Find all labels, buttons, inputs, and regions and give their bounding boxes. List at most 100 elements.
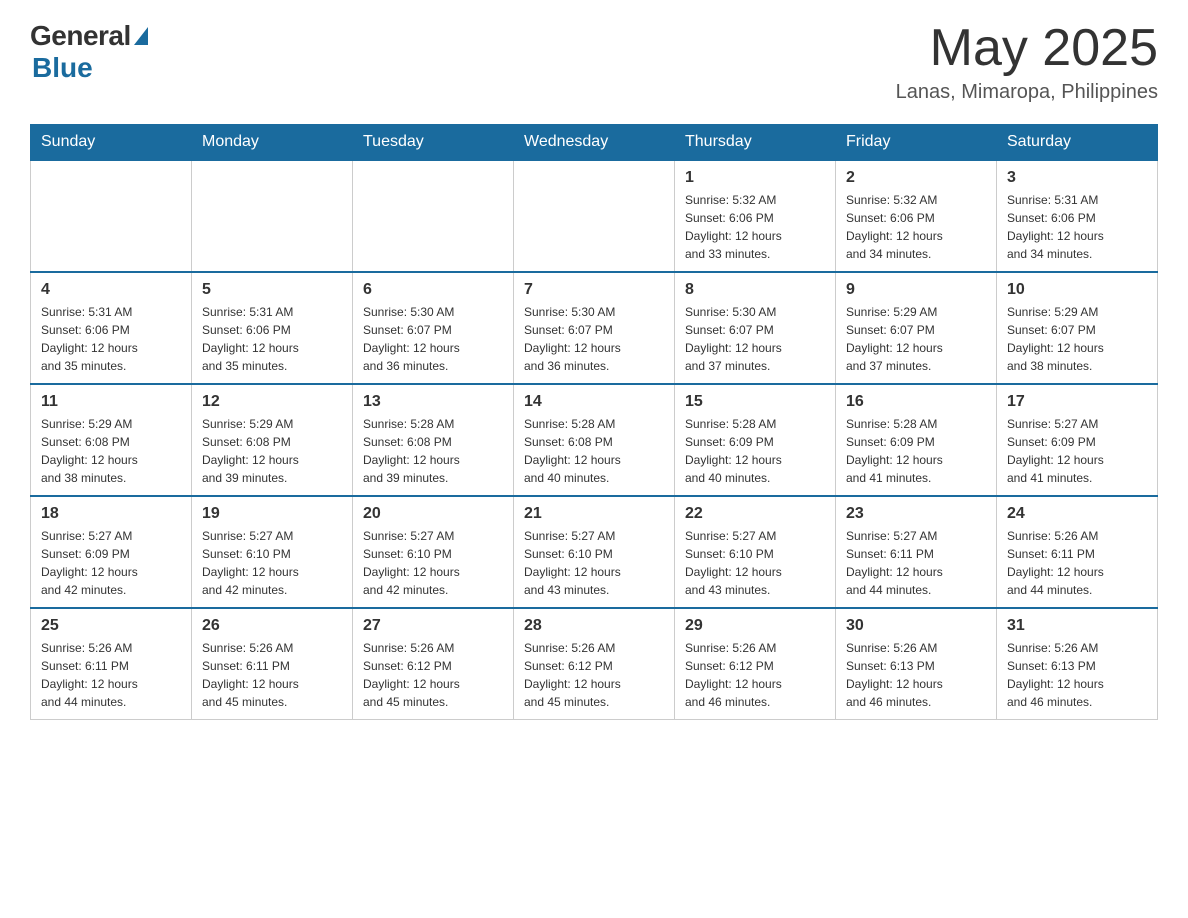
calendar-cell: 20 Sunrise: 5:27 AM Sunset: 6:10 PM Dayli…: [353, 496, 514, 608]
calendar-table: SundayMondayTuesdayWednesdayThursdayFrid…: [30, 124, 1158, 720]
calendar-cell: 3Sunrise: 5:31 AM Sunset: 6:06 PM Daylig…: [997, 160, 1158, 272]
day-number: 3: [1007, 169, 1147, 187]
calendar-cell: 4 Sunrise: 5:31 AM Sunset: 6:06 PM Daylig…: [31, 272, 192, 384]
day-info: Sunrise: 5:28 AM Sunset: 6:09 PM Dayligh…: [846, 415, 986, 487]
day-number: 6: [363, 281, 503, 299]
calendar-cell: 23 Sunrise: 5:27 AM Sunset: 6:11 PM Dayli…: [836, 496, 997, 608]
calendar-cell: 21 Sunrise: 5:27 AM Sunset: 6:10 PM Dayli…: [514, 496, 675, 608]
weekday-header-thursday: Thursday: [675, 125, 836, 161]
calendar-cell: 7Sunrise: 5:30 AM Sunset: 6:07 PM Daylig…: [514, 272, 675, 384]
day-number: 15: [685, 393, 825, 411]
logo-triangle-icon: [134, 27, 148, 45]
calendar-cell: 25 Sunrise: 5:26 AM Sunset: 6:11 PM Dayli…: [31, 608, 192, 720]
calendar-cell: 28Sunrise: 5:26 AM Sunset: 6:12 PM Dayli…: [514, 608, 675, 720]
day-number: 24: [1007, 505, 1147, 523]
calendar-cell: 13 Sunrise: 5:28 AM Sunset: 6:08 PM Dayli…: [353, 384, 514, 496]
calendar-week-row: 11 Sunrise: 5:29 AM Sunset: 6:08 PM Dayli…: [31, 384, 1158, 496]
weekday-header-sunday: Sunday: [31, 125, 192, 161]
weekday-header-row: SundayMondayTuesdayWednesdayThursdayFrid…: [31, 125, 1158, 161]
calendar-cell: 16 Sunrise: 5:28 AM Sunset: 6:09 PM Dayli…: [836, 384, 997, 496]
day-info: Sunrise: 5:29 AM Sunset: 6:08 PM Dayligh…: [41, 415, 181, 487]
calendar-cell: 8 Sunrise: 5:30 AM Sunset: 6:07 PM Daylig…: [675, 272, 836, 384]
calendar-cell: 10Sunrise: 5:29 AM Sunset: 6:07 PM Dayli…: [997, 272, 1158, 384]
calendar-cell: 29 Sunrise: 5:26 AM Sunset: 6:12 PM Dayli…: [675, 608, 836, 720]
calendar-cell: 11 Sunrise: 5:29 AM Sunset: 6:08 PM Dayli…: [31, 384, 192, 496]
day-info: Sunrise: 5:27 AM Sunset: 6:09 PM Dayligh…: [41, 527, 181, 599]
calendar-cell: [353, 160, 514, 272]
day-info: Sunrise: 5:32 AM Sunset: 6:06 PM Dayligh…: [846, 191, 986, 263]
calendar-cell: 18 Sunrise: 5:27 AM Sunset: 6:09 PM Dayli…: [31, 496, 192, 608]
calendar-cell: [514, 160, 675, 272]
day-number: 1: [685, 169, 825, 187]
day-info: Sunrise: 5:26 AM Sunset: 6:12 PM Dayligh…: [363, 639, 503, 711]
day-info: Sunrise: 5:27 AM Sunset: 6:10 PM Dayligh…: [363, 527, 503, 599]
weekday-header-saturday: Saturday: [997, 125, 1158, 161]
day-info: Sunrise: 5:26 AM Sunset: 6:12 PM Dayligh…: [685, 639, 825, 711]
day-number: 21: [524, 505, 664, 523]
day-info: Sunrise: 5:28 AM Sunset: 6:08 PM Dayligh…: [524, 415, 664, 487]
day-number: 7: [524, 281, 664, 299]
day-number: 25: [41, 617, 181, 635]
day-info: Sunrise: 5:26 AM Sunset: 6:12 PM Dayligh…: [524, 639, 664, 711]
calendar-cell: 19 Sunrise: 5:27 AM Sunset: 6:10 PM Dayli…: [192, 496, 353, 608]
calendar-cell: [192, 160, 353, 272]
calendar-cell: 31 Sunrise: 5:26 AM Sunset: 6:13 PM Dayli…: [997, 608, 1158, 720]
day-info: Sunrise: 5:30 AM Sunset: 6:07 PM Dayligh…: [363, 303, 503, 375]
day-info: Sunrise: 5:28 AM Sunset: 6:08 PM Dayligh…: [363, 415, 503, 487]
day-info: Sunrise: 5:26 AM Sunset: 6:13 PM Dayligh…: [846, 639, 986, 711]
day-number: 27: [363, 617, 503, 635]
calendar-week-row: 18 Sunrise: 5:27 AM Sunset: 6:09 PM Dayli…: [31, 496, 1158, 608]
logo-blue-text: Blue: [32, 52, 93, 84]
day-info: Sunrise: 5:27 AM Sunset: 6:10 PM Dayligh…: [685, 527, 825, 599]
day-info: Sunrise: 5:32 AM Sunset: 6:06 PM Dayligh…: [685, 191, 825, 263]
calendar-cell: 2 Sunrise: 5:32 AM Sunset: 6:06 PM Daylig…: [836, 160, 997, 272]
calendar-cell: 12Sunrise: 5:29 AM Sunset: 6:08 PM Dayli…: [192, 384, 353, 496]
weekday-header-friday: Friday: [836, 125, 997, 161]
weekday-header-monday: Monday: [192, 125, 353, 161]
day-info: Sunrise: 5:26 AM Sunset: 6:13 PM Dayligh…: [1007, 639, 1147, 711]
day-number: 17: [1007, 393, 1147, 411]
title-area: May 2025 Lanas, Mimaropa, Philippines: [896, 20, 1158, 104]
day-number: 29: [685, 617, 825, 635]
day-number: 23: [846, 505, 986, 523]
day-info: Sunrise: 5:27 AM Sunset: 6:10 PM Dayligh…: [524, 527, 664, 599]
day-number: 5: [202, 281, 342, 299]
calendar-cell: 9 Sunrise: 5:29 AM Sunset: 6:07 PM Daylig…: [836, 272, 997, 384]
day-number: 14: [524, 393, 664, 411]
calendar-cell: 6 Sunrise: 5:30 AM Sunset: 6:07 PM Daylig…: [353, 272, 514, 384]
month-title: May 2025: [896, 20, 1158, 77]
calendar-week-row: 25 Sunrise: 5:26 AM Sunset: 6:11 PM Dayli…: [31, 608, 1158, 720]
calendar-cell: 15Sunrise: 5:28 AM Sunset: 6:09 PM Dayli…: [675, 384, 836, 496]
day-info: Sunrise: 5:29 AM Sunset: 6:07 PM Dayligh…: [846, 303, 986, 375]
calendar-week-row: 1 Sunrise: 5:32 AM Sunset: 6:06 PM Daylig…: [31, 160, 1158, 272]
day-number: 26: [202, 617, 342, 635]
day-info: Sunrise: 5:26 AM Sunset: 6:11 PM Dayligh…: [41, 639, 181, 711]
day-number: 13: [363, 393, 503, 411]
day-number: 2: [846, 169, 986, 187]
page-header: General Blue May 2025 Lanas, Mimaropa, P…: [30, 20, 1158, 104]
day-number: 9: [846, 281, 986, 299]
day-number: 19: [202, 505, 342, 523]
calendar-cell: 1 Sunrise: 5:32 AM Sunset: 6:06 PM Daylig…: [675, 160, 836, 272]
day-info: Sunrise: 5:27 AM Sunset: 6:10 PM Dayligh…: [202, 527, 342, 599]
day-number: 20: [363, 505, 503, 523]
day-info: Sunrise: 5:26 AM Sunset: 6:11 PM Dayligh…: [1007, 527, 1147, 599]
calendar-cell: 22Sunrise: 5:27 AM Sunset: 6:10 PM Dayli…: [675, 496, 836, 608]
calendar-cell: 26Sunrise: 5:26 AM Sunset: 6:11 PM Dayli…: [192, 608, 353, 720]
day-number: 30: [846, 617, 986, 635]
day-number: 18: [41, 505, 181, 523]
day-number: 8: [685, 281, 825, 299]
calendar-cell: 5 Sunrise: 5:31 AM Sunset: 6:06 PM Daylig…: [192, 272, 353, 384]
calendar-cell: 24 Sunrise: 5:26 AM Sunset: 6:11 PM Dayli…: [997, 496, 1158, 608]
day-number: 11: [41, 393, 181, 411]
day-number: 4: [41, 281, 181, 299]
weekday-header-wednesday: Wednesday: [514, 125, 675, 161]
day-info: Sunrise: 5:30 AM Sunset: 6:07 PM Dayligh…: [685, 303, 825, 375]
day-number: 31: [1007, 617, 1147, 635]
day-info: Sunrise: 5:27 AM Sunset: 6:09 PM Dayligh…: [1007, 415, 1147, 487]
day-info: Sunrise: 5:27 AM Sunset: 6:11 PM Dayligh…: [846, 527, 986, 599]
calendar-cell: 30 Sunrise: 5:26 AM Sunset: 6:13 PM Dayli…: [836, 608, 997, 720]
day-info: Sunrise: 5:31 AM Sunset: 6:06 PM Dayligh…: [41, 303, 181, 375]
day-info: Sunrise: 5:31 AM Sunset: 6:06 PM Dayligh…: [202, 303, 342, 375]
day-number: 16: [846, 393, 986, 411]
